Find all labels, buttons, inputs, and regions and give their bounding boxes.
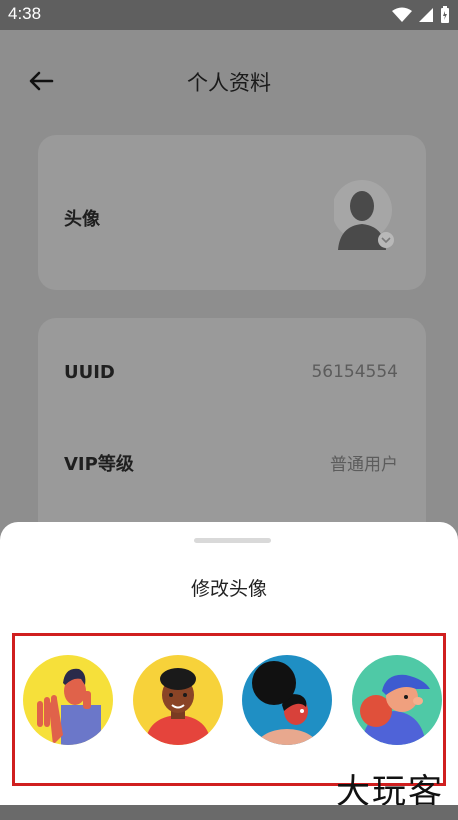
avatar-picker-sheet: 修改头像 大玩客 <box>0 522 458 812</box>
status-bar: 4:38 <box>0 0 458 30</box>
avatar-cap-boy-icon <box>352 655 442 745</box>
avatar-curly-hair-man-icon <box>133 655 223 745</box>
sheet-drag-handle[interactable] <box>194 538 271 543</box>
avatar-option-3[interactable] <box>242 655 332 745</box>
status-time: 4:38 <box>8 4 42 23</box>
battery-icon <box>441 6 449 23</box>
sheet-title: 修改头像 <box>190 578 267 600</box>
uuid-label: UUID <box>64 362 115 383</box>
avatar-option-4[interactable] <box>352 655 442 745</box>
signal-icon <box>419 8 433 22</box>
vip-label: VIP等级 <box>64 454 134 475</box>
page-title: 个人资料 <box>187 71 271 95</box>
uuid-value: 56154554 <box>311 362 398 382</box>
avatar-card[interactable]: 头像 <box>38 135 426 290</box>
avatar-bun-hair-woman-icon <box>242 655 332 745</box>
vip-value: 普通用户 <box>330 455 398 475</box>
default-avatar-icon[interactable] <box>334 180 396 252</box>
navigation-bar <box>0 805 458 820</box>
avatar-label: 头像 <box>64 209 100 230</box>
avatar-option-2[interactable] <box>133 655 223 745</box>
avatar-option-1[interactable] <box>23 655 113 745</box>
avatar-waving-man-icon <box>23 655 113 745</box>
status-icons <box>392 6 450 24</box>
wifi-icon <box>392 7 412 22</box>
